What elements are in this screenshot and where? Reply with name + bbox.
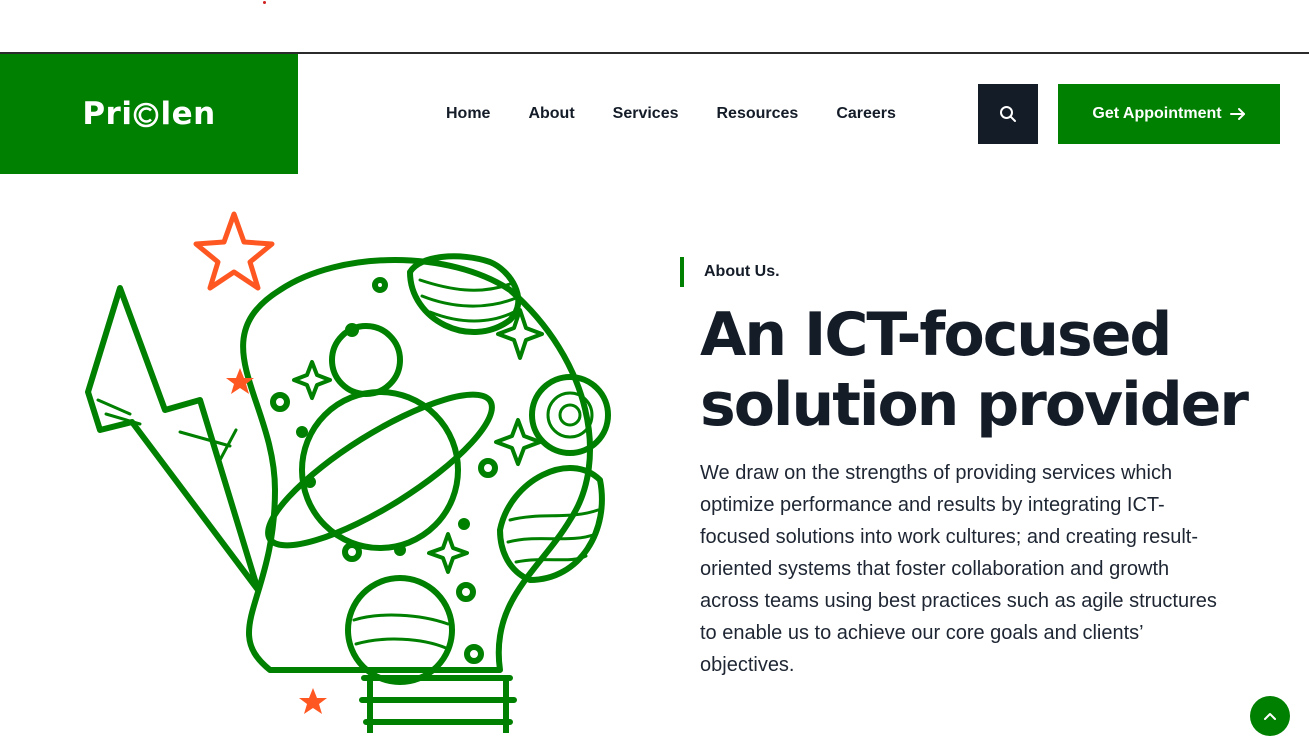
nav-careers[interactable]: Careers bbox=[836, 105, 896, 123]
bottom-planet-icon bbox=[345, 575, 455, 685]
nav-resources[interactable]: Resources bbox=[717, 105, 799, 123]
logo-suffix: len bbox=[160, 96, 216, 132]
scroll-to-top-button[interactable] bbox=[1250, 696, 1290, 736]
spiral-planet-icon bbox=[529, 374, 611, 456]
lightbulb-planets-illustration bbox=[85, 211, 611, 733]
ringed-planet-icon bbox=[299, 389, 461, 551]
about-us-tag: About Us. bbox=[680, 257, 780, 287]
logo-prefix: Pri bbox=[82, 96, 133, 132]
about-description: We draw on the strengths of providing se… bbox=[700, 462, 1217, 676]
main-nav: Home About Services Resources Careers bbox=[446, 54, 934, 174]
bulb-base bbox=[359, 675, 517, 733]
nav-services[interactable]: Services bbox=[613, 105, 679, 123]
nav-home[interactable]: Home bbox=[446, 105, 490, 123]
small-moon-icon bbox=[329, 323, 403, 397]
outline-star-icon bbox=[193, 211, 275, 291]
headline-line-1: An ICT-focused bbox=[700, 300, 1172, 370]
search-button[interactable] bbox=[978, 84, 1038, 144]
nav-about[interactable]: About bbox=[528, 105, 574, 123]
logo[interactable]: Pri len bbox=[0, 54, 298, 174]
top-bar-dot bbox=[263, 1, 266, 4]
chevron-up-icon bbox=[1264, 713, 1276, 720]
site-header: Pri len Home About Services Resources Ca… bbox=[0, 54, 1309, 174]
top-bar bbox=[0, 0, 1309, 54]
headline-line-2: solution provider bbox=[700, 370, 1249, 440]
bulb-outline bbox=[240, 257, 593, 673]
logo-text: Pri len bbox=[82, 96, 215, 132]
arrow-right-icon bbox=[1229, 108, 1245, 120]
page-title: An ICT-focused solution provider bbox=[700, 300, 1260, 440]
get-appointment-label: Get Appointment bbox=[1092, 105, 1222, 122]
filled-star-icon-2 bbox=[299, 688, 327, 714]
logo-circle-icon bbox=[134, 102, 159, 128]
get-appointment-button[interactable]: Get Appointment bbox=[1058, 84, 1280, 144]
search-icon bbox=[1000, 106, 1016, 122]
